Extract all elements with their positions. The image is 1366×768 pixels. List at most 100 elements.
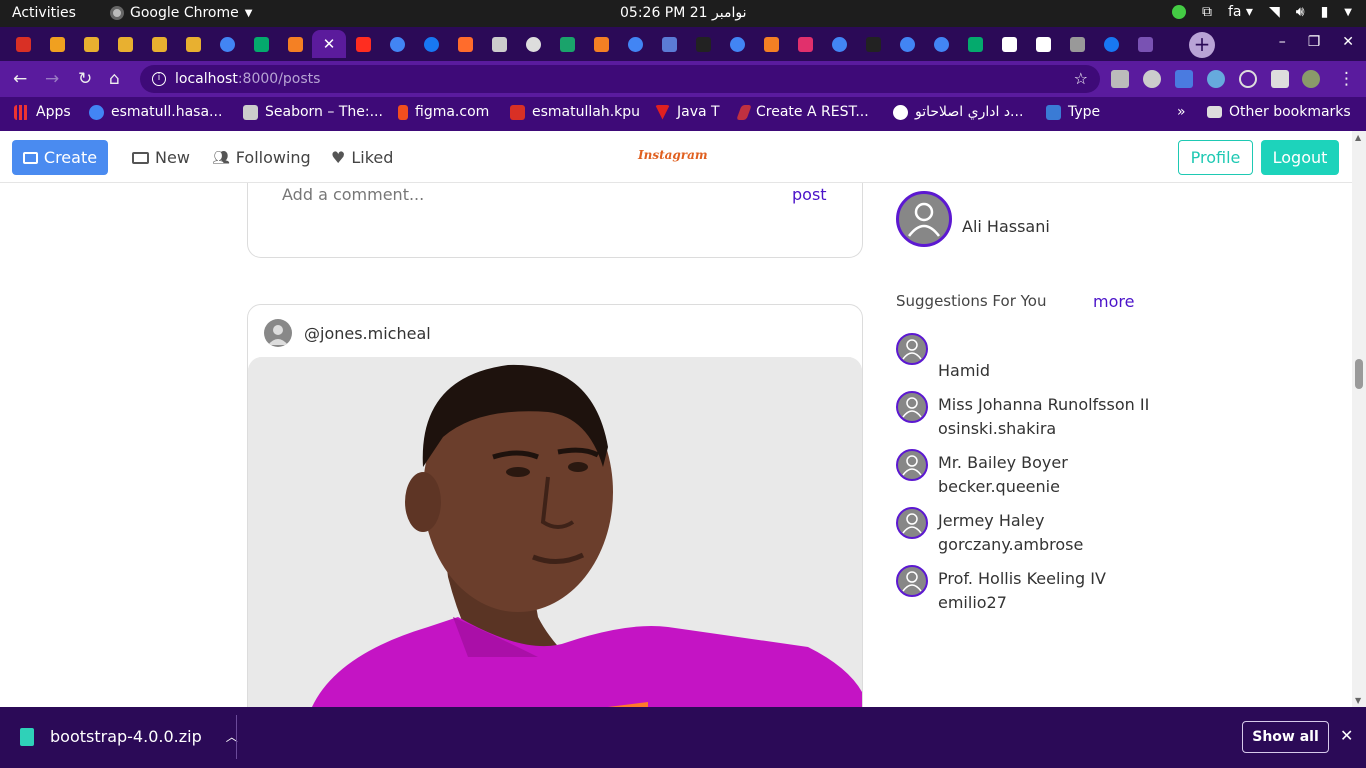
browser-tab[interactable]: [40, 30, 74, 58]
window-close-button[interactable]: ✕: [1342, 34, 1354, 50]
post-image[interactable]: [248, 357, 862, 707]
vue-extension-icon[interactable]: [1143, 70, 1161, 88]
browser-tab[interactable]: [414, 30, 448, 58]
browser-tab[interactable]: [856, 30, 890, 58]
avatar[interactable]: [896, 565, 928, 597]
suggestion-item[interactable]: Mr. Bailey Boyer becker.queenie: [896, 449, 1156, 497]
react-extension-icon[interactable]: [1207, 70, 1225, 88]
browser-tab[interactable]: [1128, 30, 1162, 58]
scroll-down-icon[interactable]: ▼: [1355, 696, 1361, 705]
forward-button[interactable]: →: [45, 69, 59, 89]
avatar[interactable]: [896, 449, 928, 481]
bookmark-item[interactable]: Type: [1046, 104, 1100, 120]
browser-tab[interactable]: [550, 30, 584, 58]
browser-tab[interactable]: [380, 30, 414, 58]
minimize-button[interactable]: –: [1279, 34, 1286, 50]
browser-tab[interactable]: [210, 30, 244, 58]
post-username[interactable]: @jones.micheal: [304, 324, 431, 343]
close-icon[interactable]: ✕: [323, 35, 336, 53]
bookmark-item[interactable]: د اداري اصلاحاتو...: [893, 104, 1023, 120]
browser-tab[interactable]: [142, 30, 176, 58]
clock[interactable]: 05:26 PM 21 نوامبر: [620, 5, 747, 21]
bookmark-item[interactable]: Create A REST...: [736, 104, 869, 120]
translate-extension-icon[interactable]: [1175, 70, 1193, 88]
browser-tab[interactable]: [584, 30, 618, 58]
profile-avatar-icon[interactable]: [1302, 70, 1320, 88]
comment-input[interactable]: Add a comment...: [282, 185, 424, 204]
bookmark-item[interactable]: Java T: [655, 104, 720, 120]
browser-tab[interactable]: [720, 30, 754, 58]
current-user-avatar[interactable]: [896, 191, 952, 247]
download-item[interactable]: bootstrap-4.0.0.zip ︿: [20, 727, 238, 746]
browser-tab[interactable]: [924, 30, 958, 58]
browser-tab[interactable]: [1094, 30, 1128, 58]
browser-tab[interactable]: [516, 30, 550, 58]
browser-tab[interactable]: [890, 30, 924, 58]
post-comment-button[interactable]: post: [792, 185, 827, 204]
app-menu[interactable]: Google Chrome ▼: [110, 5, 252, 21]
avatar[interactable]: [896, 507, 928, 539]
info-icon[interactable]: i: [152, 72, 166, 86]
close-icon[interactable]: ✕: [1340, 726, 1353, 745]
browser-tab[interactable]: [618, 30, 652, 58]
other-bookmarks[interactable]: Other bookmarks: [1207, 104, 1351, 120]
activities-button[interactable]: Activities: [12, 5, 76, 21]
scrollbar-thumb[interactable]: [1355, 359, 1363, 389]
scroll-up-icon[interactable]: ▲: [1355, 133, 1361, 142]
new-tab-button[interactable]: +: [1189, 32, 1215, 58]
nav-liked-link[interactable]: ♥ Liked: [331, 148, 393, 167]
browser-tab[interactable]: [278, 30, 312, 58]
avatar[interactable]: [264, 319, 292, 347]
menu-kebab-icon[interactable]: ⋮: [1338, 69, 1355, 89]
suggestion-item[interactable]: Miss Johanna Runolfsson II osinski.shaki…: [896, 391, 1156, 439]
browser-tab[interactable]: ✕: [312, 30, 346, 58]
browser-tab[interactable]: [1026, 30, 1060, 58]
nav-new-link[interactable]: New: [132, 148, 190, 167]
avatar[interactable]: [896, 333, 928, 365]
show-all-button[interactable]: Show all: [1242, 721, 1329, 753]
record-extension-icon[interactable]: [1239, 70, 1257, 88]
browser-tab[interactable]: [176, 30, 210, 58]
home-button[interactable]: ⌂: [109, 69, 120, 89]
browser-tab[interactable]: [686, 30, 720, 58]
suggestion-item[interactable]: Jermey Haley gorczany.ambrose: [896, 507, 1156, 555]
browser-tab[interactable]: [992, 30, 1026, 58]
browser-tab[interactable]: [754, 30, 788, 58]
bookmark-star-icon[interactable]: ☆: [1074, 69, 1088, 88]
browser-tab[interactable]: [652, 30, 686, 58]
suggestion-item[interactable]: Prof. Hollis Keeling IV emilio27: [896, 565, 1156, 613]
bookmark-item[interactable]: figma.com: [398, 104, 489, 120]
browser-tab[interactable]: [482, 30, 516, 58]
bookmark-item[interactable]: esmatull.hasa...: [89, 104, 222, 120]
maximize-button[interactable]: ❐: [1308, 34, 1321, 50]
browser-tab[interactable]: [346, 30, 380, 58]
extensions-icon[interactable]: [1271, 70, 1289, 88]
browser-tab[interactable]: [74, 30, 108, 58]
bookmarks-overflow-button[interactable]: »: [1177, 104, 1186, 120]
bookmark-item[interactable]: Seaborn – The:...: [243, 104, 383, 120]
profile-button[interactable]: Profile: [1178, 140, 1253, 175]
current-user-name[interactable]: Ali Hassani: [962, 217, 1050, 236]
bookmark-apps[interactable]: Apps: [14, 104, 71, 120]
logout-button[interactable]: Logout: [1261, 140, 1339, 175]
language-indicator[interactable]: fa ▾: [1228, 4, 1253, 20]
bookmark-item[interactable]: esmatullah.kpu: [510, 104, 640, 120]
browser-tab[interactable]: [958, 30, 992, 58]
browser-tab[interactable]: [1060, 30, 1094, 58]
browser-tab[interactable]: [788, 30, 822, 58]
suggestion-item[interactable]: Hamid: [896, 333, 1156, 381]
page-scrollbar[interactable]: ▲ ▼: [1352, 131, 1366, 707]
browser-tab[interactable]: [822, 30, 856, 58]
address-bar[interactable]: i localhost:8000/posts ☆: [140, 65, 1100, 93]
avatar[interactable]: [896, 391, 928, 423]
browser-tab[interactable]: [448, 30, 482, 58]
browser-tab[interactable]: [108, 30, 142, 58]
create-button[interactable]: Create: [12, 140, 108, 175]
reload-button[interactable]: ↻: [78, 69, 92, 89]
instagram-logo[interactable]: Instagram: [638, 148, 708, 162]
browser-tab[interactable]: [244, 30, 278, 58]
back-button[interactable]: ←: [13, 69, 27, 89]
suggestions-more-link[interactable]: more: [1093, 292, 1134, 311]
nav-following-link[interactable]: 👥︎ Following: [212, 148, 311, 167]
system-tray[interactable]: ⧉ fa ▾ ◥ 🔊︎ ▮ ▼: [1171, 4, 1352, 20]
